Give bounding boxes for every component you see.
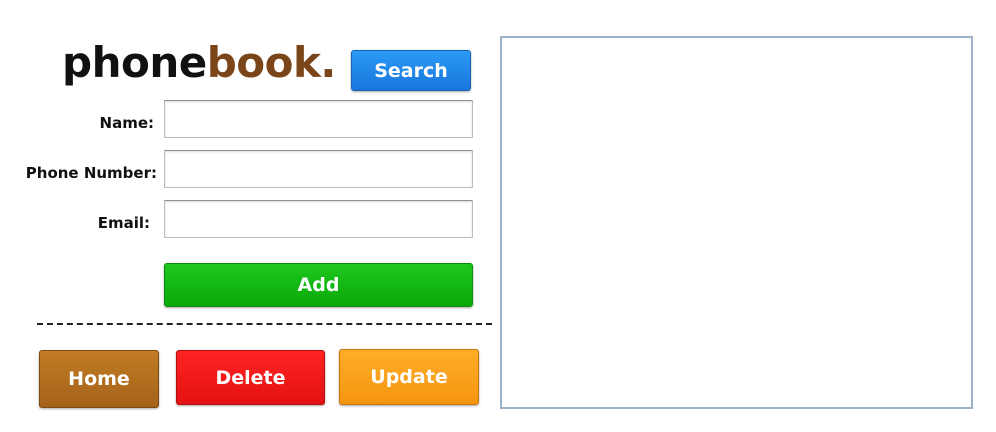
name-label: Name: [99, 114, 154, 132]
name-field[interactable] [164, 100, 473, 138]
logo-text-book: book. [206, 38, 337, 87]
update-button[interactable]: Update [339, 349, 479, 405]
delete-button[interactable]: Delete [176, 350, 325, 405]
home-button[interactable]: Home [39, 350, 159, 408]
app-logo: phonebook. [62, 38, 336, 88]
search-button[interactable]: Search [351, 50, 471, 91]
email-field[interactable] [164, 200, 473, 238]
email-label: Email: [97, 214, 150, 232]
phone-number-label: Phone Number: [25, 164, 157, 182]
contacts-list-panel[interactable] [500, 36, 973, 409]
add-button[interactable]: Add [164, 263, 473, 307]
phone-number-field[interactable] [164, 150, 473, 188]
section-divider [37, 323, 492, 325]
logo-text-phone: phone [62, 38, 207, 87]
